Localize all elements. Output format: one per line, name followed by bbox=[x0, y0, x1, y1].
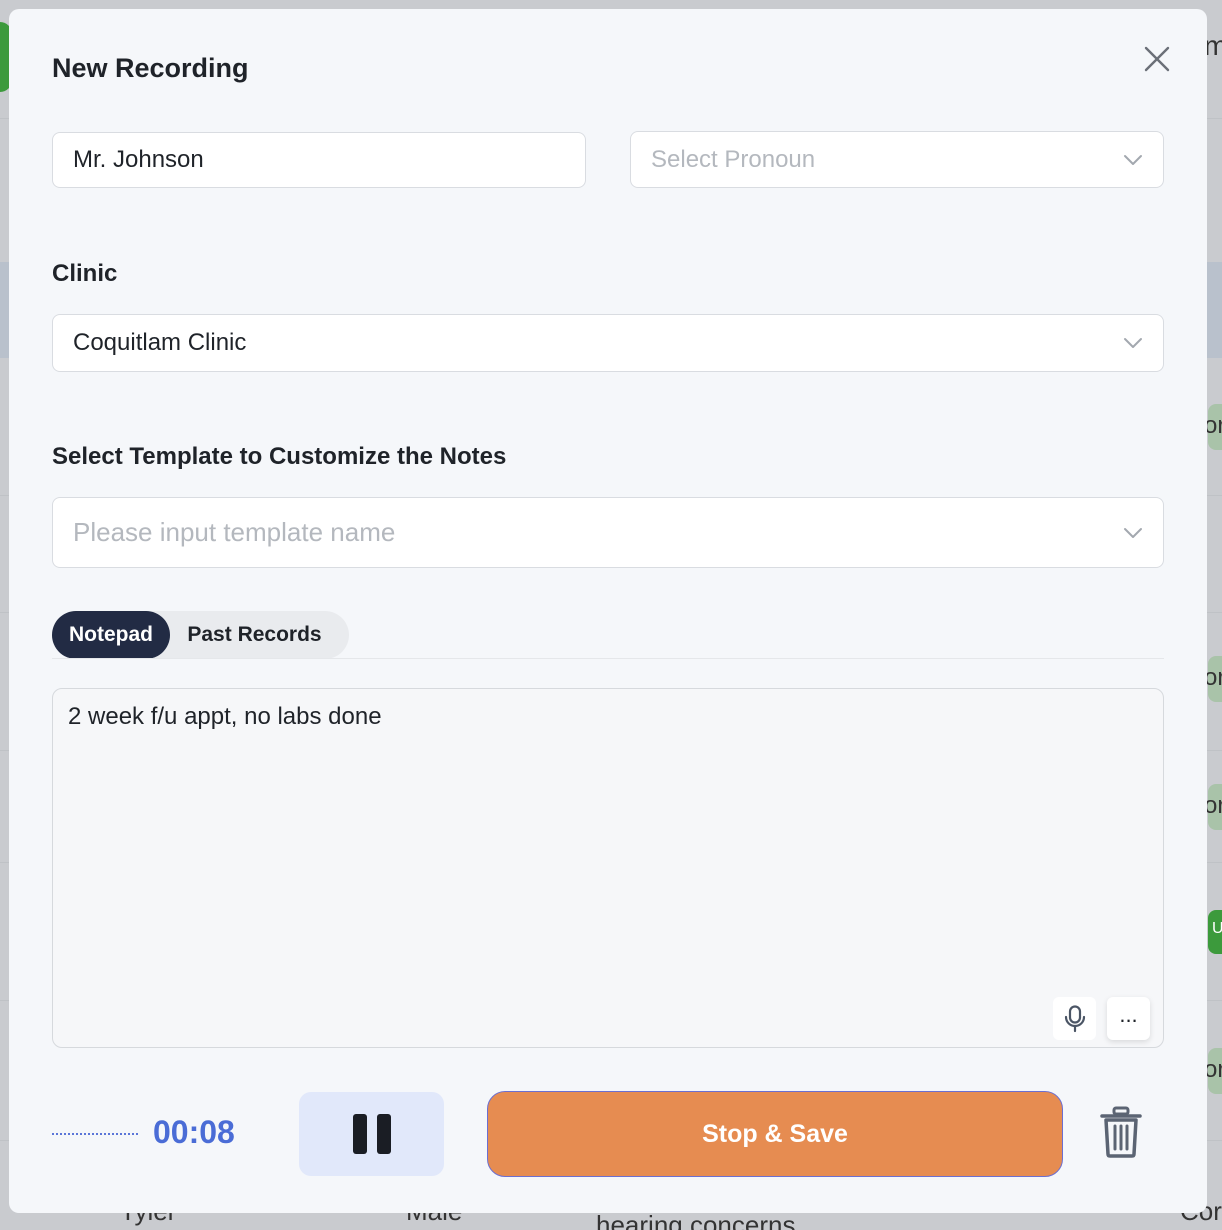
pause-icon bbox=[352, 1114, 391, 1154]
patient-name-input[interactable]: Mr. Johnson bbox=[52, 132, 586, 188]
audio-waveform bbox=[52, 1133, 138, 1135]
new-recording-modal: New Recording Mr. Johnson Select Pronoun… bbox=[9, 9, 1207, 1213]
pronoun-placeholder: Select Pronoun bbox=[651, 145, 816, 173]
tab-notepad[interactable]: Notepad bbox=[52, 611, 170, 659]
chevron-down-icon bbox=[1124, 154, 1142, 165]
clinic-label: Clinic bbox=[52, 260, 118, 287]
notepad-text: 2 week f/u appt, no labs done bbox=[68, 703, 382, 730]
recording-timer: 00:08 bbox=[153, 1114, 235, 1150]
close-icon bbox=[1144, 46, 1170, 72]
tab-past-records[interactable]: Past Records bbox=[170, 611, 349, 659]
microphone-icon bbox=[1064, 1004, 1085, 1032]
notepad-textarea[interactable]: 2 week f/u appt, no labs done bbox=[52, 688, 1164, 1048]
template-label: Select Template to Customize the Notes bbox=[52, 443, 507, 470]
close-button[interactable] bbox=[1141, 43, 1173, 75]
background-note: hearing concerns bbox=[596, 1210, 796, 1230]
clinic-select[interactable]: Coquitlam Clinic bbox=[52, 314, 1164, 372]
clinic-selected-value: Coquitlam Clinic bbox=[73, 329, 247, 356]
stop-and-save-button[interactable]: Stop & Save bbox=[487, 1091, 1063, 1177]
trash-icon bbox=[1100, 1106, 1142, 1158]
pronoun-select[interactable]: Select Pronoun bbox=[630, 131, 1164, 188]
pause-button[interactable] bbox=[299, 1092, 444, 1176]
modal-title: New Recording bbox=[52, 53, 249, 83]
delete-recording-button[interactable] bbox=[1099, 1105, 1143, 1159]
template-placeholder: Please input template name bbox=[73, 517, 396, 547]
chevron-down-icon bbox=[1124, 338, 1142, 348]
background-green-button: U bbox=[1208, 910, 1222, 954]
dictate-button[interactable] bbox=[1053, 997, 1096, 1040]
chevron-down-icon bbox=[1124, 527, 1142, 538]
more-options-button[interactable]: ... bbox=[1107, 997, 1150, 1040]
notes-tabs: Notepad Past Records bbox=[52, 611, 349, 659]
template-select[interactable]: Please input template name bbox=[52, 497, 1164, 568]
patient-name-value: Mr. Johnson bbox=[73, 146, 204, 173]
tabs-divider bbox=[52, 658, 1164, 659]
